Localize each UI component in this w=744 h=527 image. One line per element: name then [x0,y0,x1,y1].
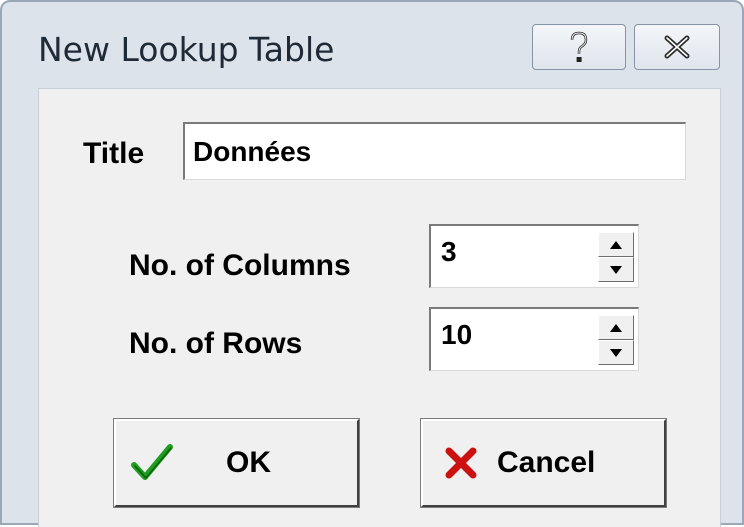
window-title: New Lookup Table [38,30,335,69]
rows-value[interactable]: 10 [441,319,472,351]
dialog-body: Title No. of Columns 3 No. of Rows 10 [38,88,721,527]
close-button[interactable] [634,24,720,70]
title-bar[interactable]: New Lookup Table [2,2,742,90]
rows-spin-down[interactable] [598,340,634,365]
rows-label: No. of Rows [129,327,303,360]
ok-label: OK [226,446,271,479]
arrow-down-icon [610,265,622,274]
checkmark-icon [131,444,173,480]
arrow-up-icon [610,323,622,332]
title-input-field[interactable] [193,124,685,179]
arrow-down-icon [610,348,622,357]
title-label: Title [83,137,145,170]
columns-spin-up[interactable] [598,232,634,257]
cancel-label: Cancel [497,446,596,479]
columns-label: No. of Columns [129,249,351,282]
rows-spinner[interactable]: 10 [429,307,639,371]
rows-spin-up[interactable] [598,315,634,340]
cancel-button[interactable]: Cancel [420,418,667,508]
x-icon [445,447,477,479]
columns-spinner[interactable]: 3 [429,224,639,288]
columns-spin-buttons [598,232,634,282]
close-icon [664,35,690,59]
columns-value[interactable]: 3 [441,236,457,268]
title-input[interactable] [183,122,686,180]
rows-spin-buttons [598,315,634,365]
columns-spin-down[interactable] [598,257,634,282]
help-button[interactable] [532,24,626,70]
ok-button[interactable]: OK [113,418,360,508]
arrow-up-icon [610,240,622,249]
question-mark-icon [570,31,588,62]
dialog-window: New Lookup Table Title No. of Columns 3 [0,0,744,527]
